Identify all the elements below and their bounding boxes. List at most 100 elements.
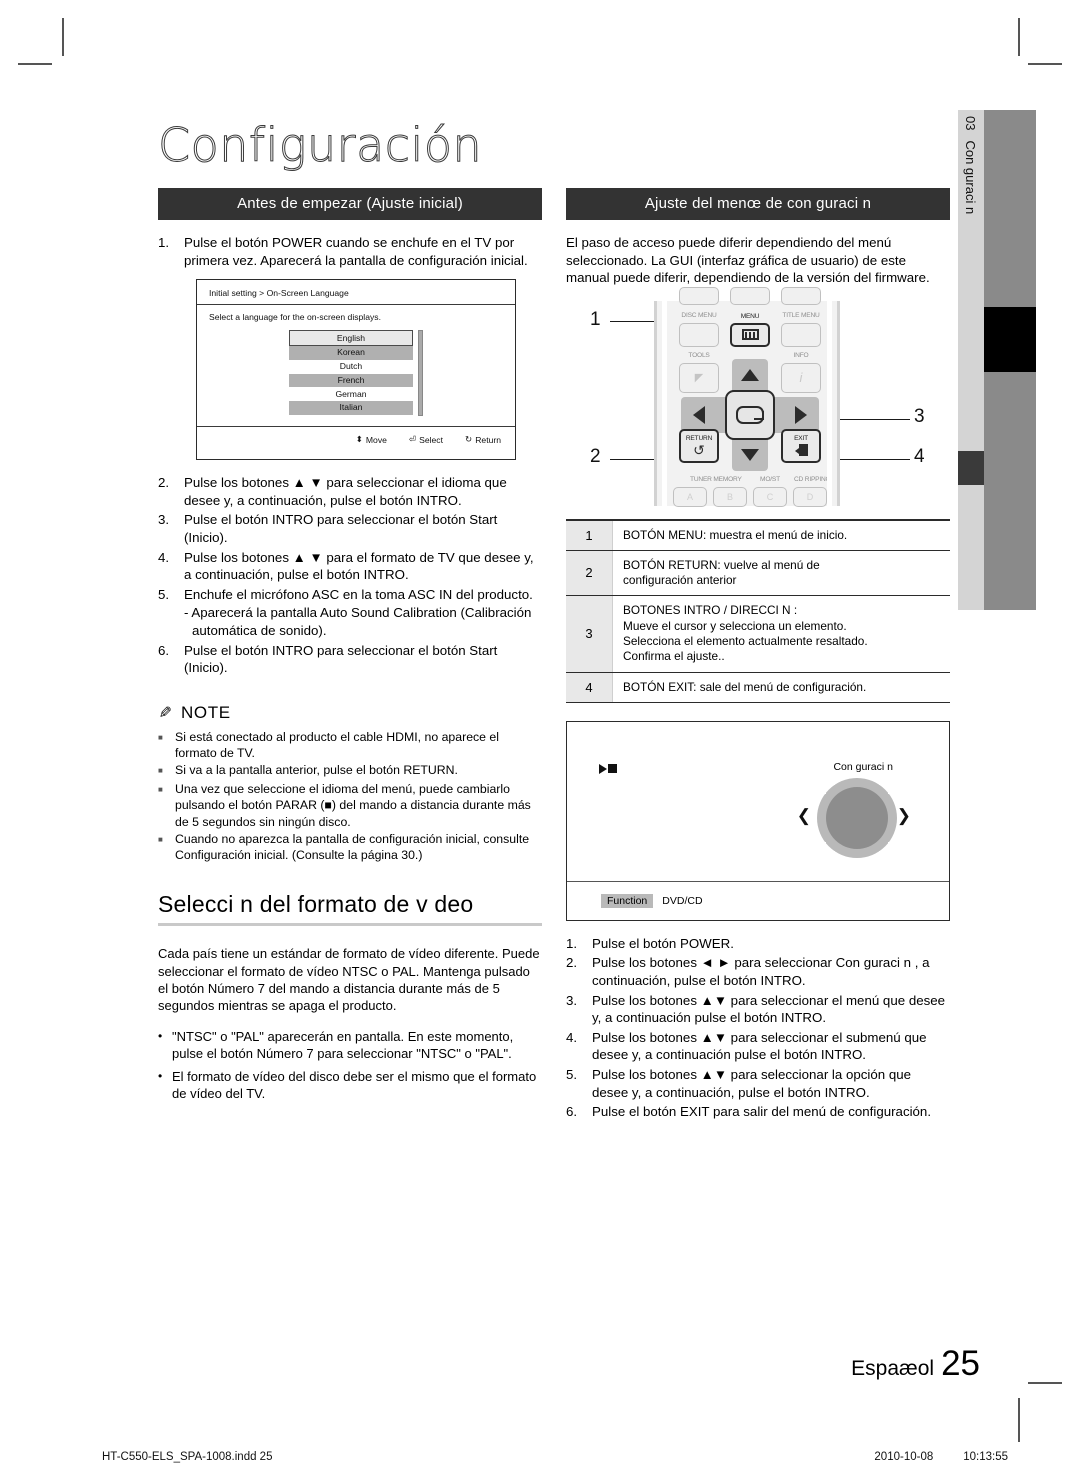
arrow-down-icon[interactable] [741,448,759,461]
note-block: ✎ NOTE ■ Si está conectado al producto e… [158,703,542,863]
table-row: 4 BOTÓN EXIT: sale del menú de configura… [566,672,950,703]
step-text: Pulse los botones ▲▼ para seleccionar el… [592,1029,927,1063]
remote-key-b: B [726,491,733,502]
step-number: 3. [158,512,170,528]
remote-control-diagram: 1 2 3 4 DISC MENU MENU TITLE MENU TOOLS … [566,286,950,509]
note-item: ■ Si va a la pantalla anterior, pulse el… [158,762,542,780]
remote-button-return[interactable]: RETURN ↺ [679,428,719,463]
setup-disc-icon[interactable] [817,777,897,858]
language-screen-description: Select a language for the on-screen disp… [209,312,381,323]
remote-button-a[interactable]: TUNER MEMORY A [673,476,742,507]
language-option-italian[interactable]: Italian [289,401,413,415]
dot-bullet-icon: • [158,1068,163,1083]
arrow-left-icon[interactable] [693,405,705,424]
legend-line: Confirma el ajuste.. [623,649,725,664]
callout-4: 4 [914,445,925,467]
remote-button-d[interactable]: CD RIPPING D [793,476,831,507]
right-column: Ajuste del menœ de con guraci n El paso … [566,188,950,1123]
pencil-icon: ✎ [158,704,173,722]
step-substep: - Aparecerá la pantalla Auto Sound Calib… [184,605,532,638]
menu-icon [741,329,759,340]
footer-date: 2010-10-08 [874,1451,934,1463]
language-option-french[interactable]: French [289,373,413,388]
page-title: Configuración [157,118,483,173]
square-bullet-icon: ■ [158,766,163,776]
legend-number: 4 [566,672,613,702]
language-option-english[interactable]: English [289,330,413,346]
legend-text: BOTÓN MENU: muestra el menú de inicio. [613,521,950,550]
remote-button-top-mid[interactable] [730,286,770,305]
remote-button-top-left[interactable] [679,286,719,305]
section-header-ajuste-del-menu: Ajuste del menœ de con guraci n [566,188,950,220]
corner-mark-top-left [825,783,835,794]
remote-body: DISC MENU MENU TITLE MENU TOOLS ◤ INFO i [654,286,840,507]
legend-line: configuración anterior [623,573,737,588]
step-item: 5. Enchufe el micrófono ASC en la toma A… [158,586,542,640]
remote-button-menu[interactable]: MENU [730,313,770,347]
remote-key-c: C [766,491,774,502]
language-option-korean[interactable]: Korean [289,345,413,360]
tv-function-bar: Function DVD/CD [567,880,949,920]
crop-mark-top-right-horizontal [1028,63,1062,65]
remote-label-menu: MENU [740,312,760,320]
video-format-paragraph: Cada país tiene un estándar de formato d… [158,946,540,1014]
language-option-german[interactable]: German [289,387,413,401]
language-screen-footer: ⬍ Move ⏎ Select ↻ Return [197,426,515,459]
corner-mark-top-right [879,783,889,794]
step-item: 1. Pulse el botón POWER cuando se enchuf… [158,234,542,269]
step-item: 6. Pulse el botón INTRO para seleccionar… [158,642,542,677]
footer-hint-return: ↻ Return [465,434,501,445]
arrow-up-icon[interactable] [741,368,759,381]
left-column: Antes de empezar (Ajuste inicial) 1. Pul… [158,188,542,1107]
step-item: 3. Pulse el botón INTRO para seleccionar… [158,511,542,546]
legend-line: Mueve el cursor y selecciona un elemento… [623,618,847,633]
section-header-antes-de-empezar: Antes de empezar (Ajuste inicial) [158,188,542,220]
language-option-dutch[interactable]: Dutch [289,360,413,374]
video-format-bullet-item: • El formato de vídeo del disco debe ser… [158,1068,542,1103]
function-chip: Function [601,893,654,908]
remote-button-enter[interactable] [725,389,775,440]
square-bullet-icon: ■ [158,785,163,795]
step-number: 4. [158,549,170,565]
remote-button-title-menu[interactable]: TITLE MENU [781,312,821,347]
page-number: Espaæol 25 [851,1344,980,1384]
crop-mark-top-right-vertical [1018,18,1020,56]
step-text: Pulse los botones ◄ ► para seleccionar C… [592,955,930,989]
language-list-scrollbar[interactable] [418,330,423,417]
remote-button-b[interactable]: B [713,486,747,507]
arrow-right-icon[interactable] [795,405,807,424]
note-item-text: Si va a la pantalla anterior, pulse el b… [175,763,458,778]
remote-label-tools: TOOLS [688,351,710,359]
video-format-heading: Selecci n del formato de v deo [158,891,542,927]
callout-3: 3 [914,405,925,427]
video-format-bullets: • "NTSC" o "PAL" aparecerán en pantalla.… [158,1028,542,1103]
chevron-right-icon[interactable]: ❯ [897,806,911,826]
step-number: 2. [158,475,170,491]
right-intro-paragraph: El paso de acceso puede diferir dependie… [566,235,930,285]
remote-button-top-right[interactable] [781,286,821,305]
step-text: Pulse los botones ▲▼ para seleccionar el… [592,992,946,1026]
step-number: 1. [158,235,170,250]
enter-icon [736,405,764,424]
language-screen-breadcrumb: Initial setting > On-Screen Language [197,280,515,306]
note-item: ■ Una vez que seleccione el idioma del m… [158,781,542,830]
crop-mark-top-left-vertical [62,18,64,56]
dot-bullet-icon: • [158,1028,163,1043]
remote-button-exit[interactable]: EXIT [781,428,821,463]
chapter-tab-number: 03 [963,116,979,131]
square-bullet-icon: ■ [158,732,163,742]
remote-button-c[interactable]: MO/ST C [753,476,787,507]
chevron-left-icon[interactable]: ❮ [797,806,811,826]
print-footer: HT-C550-ELS_SPA-1008.indd 25 2010-10-08 … [102,1451,1008,1463]
step-item: 2. Pulse los botones ▲ ▼ para selecciona… [158,474,542,509]
tv-screen-mock: Con guraci n ❮ ❯ Function DVD/CD [566,720,950,921]
footer-hint-move: ⬍ Move [356,434,387,445]
remote-button-disc-menu[interactable]: DISC MENU [679,312,719,347]
remote-label-tuner-memory: TUNER MEMORY [690,475,742,483]
step-text: Pulse el botón EXIT para salir del menú … [592,1104,932,1120]
note-item-text: Si está conectado al producto el cable H… [175,729,500,760]
legend-line: BOTÓN MENU: muestra el menú de inicio. [623,527,848,542]
step-text: Pulse el botón POWER. [592,935,734,951]
step-item: 6. Pulse el botón EXIT para salir del me… [566,1103,950,1121]
note-item: ■ Si está conectado al producto el cable… [158,729,542,761]
